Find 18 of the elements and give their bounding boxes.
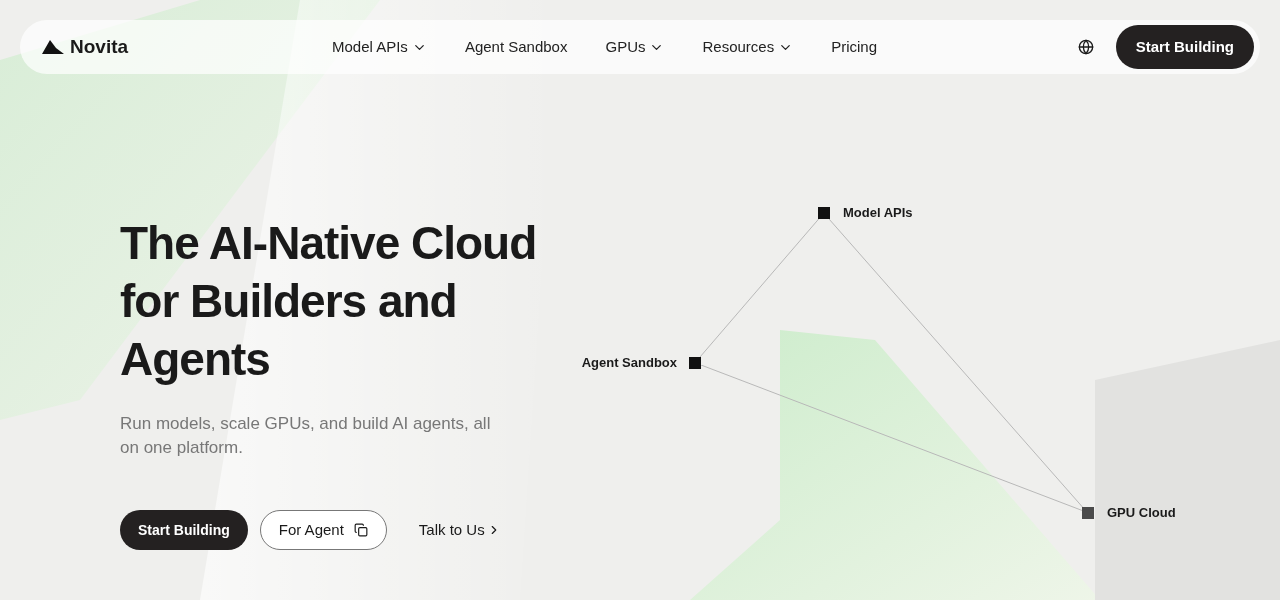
nav-link[interactable]: Pricing: [831, 35, 878, 59]
nav-link[interactable]: Model APIs: [332, 35, 427, 59]
logo-icon: [42, 40, 64, 54]
brand-name: Novita: [70, 34, 129, 59]
talk-to-us-link[interactable]: Talk to Us: [418, 518, 501, 542]
copy-icon: [353, 523, 368, 537]
globe-icon[interactable]: [1077, 39, 1094, 55]
nav-link[interactable]: Agent Sandbox: [464, 35, 568, 59]
start-building-button[interactable]: Start Building: [120, 510, 248, 550]
nav-link[interactable]: GPUs: [605, 35, 665, 59]
start-building-button[interactable]: Start Building: [1115, 25, 1254, 69]
node-label: Agent Sandbox: [581, 355, 677, 371]
node-label: Model APIs: [843, 205, 913, 221]
for-agent-button[interactable]: For Agent: [259, 510, 387, 550]
node-label: GPU Cloud: [1107, 505, 1176, 521]
hero-title: The AI-Native Cloud for Builders and Agents: [120, 216, 538, 387]
nav-link[interactable]: Resources: [702, 35, 794, 59]
hero-subtitle: Run models, scale GPUs, and build AI agents, all on one platform.: [120, 413, 492, 459]
